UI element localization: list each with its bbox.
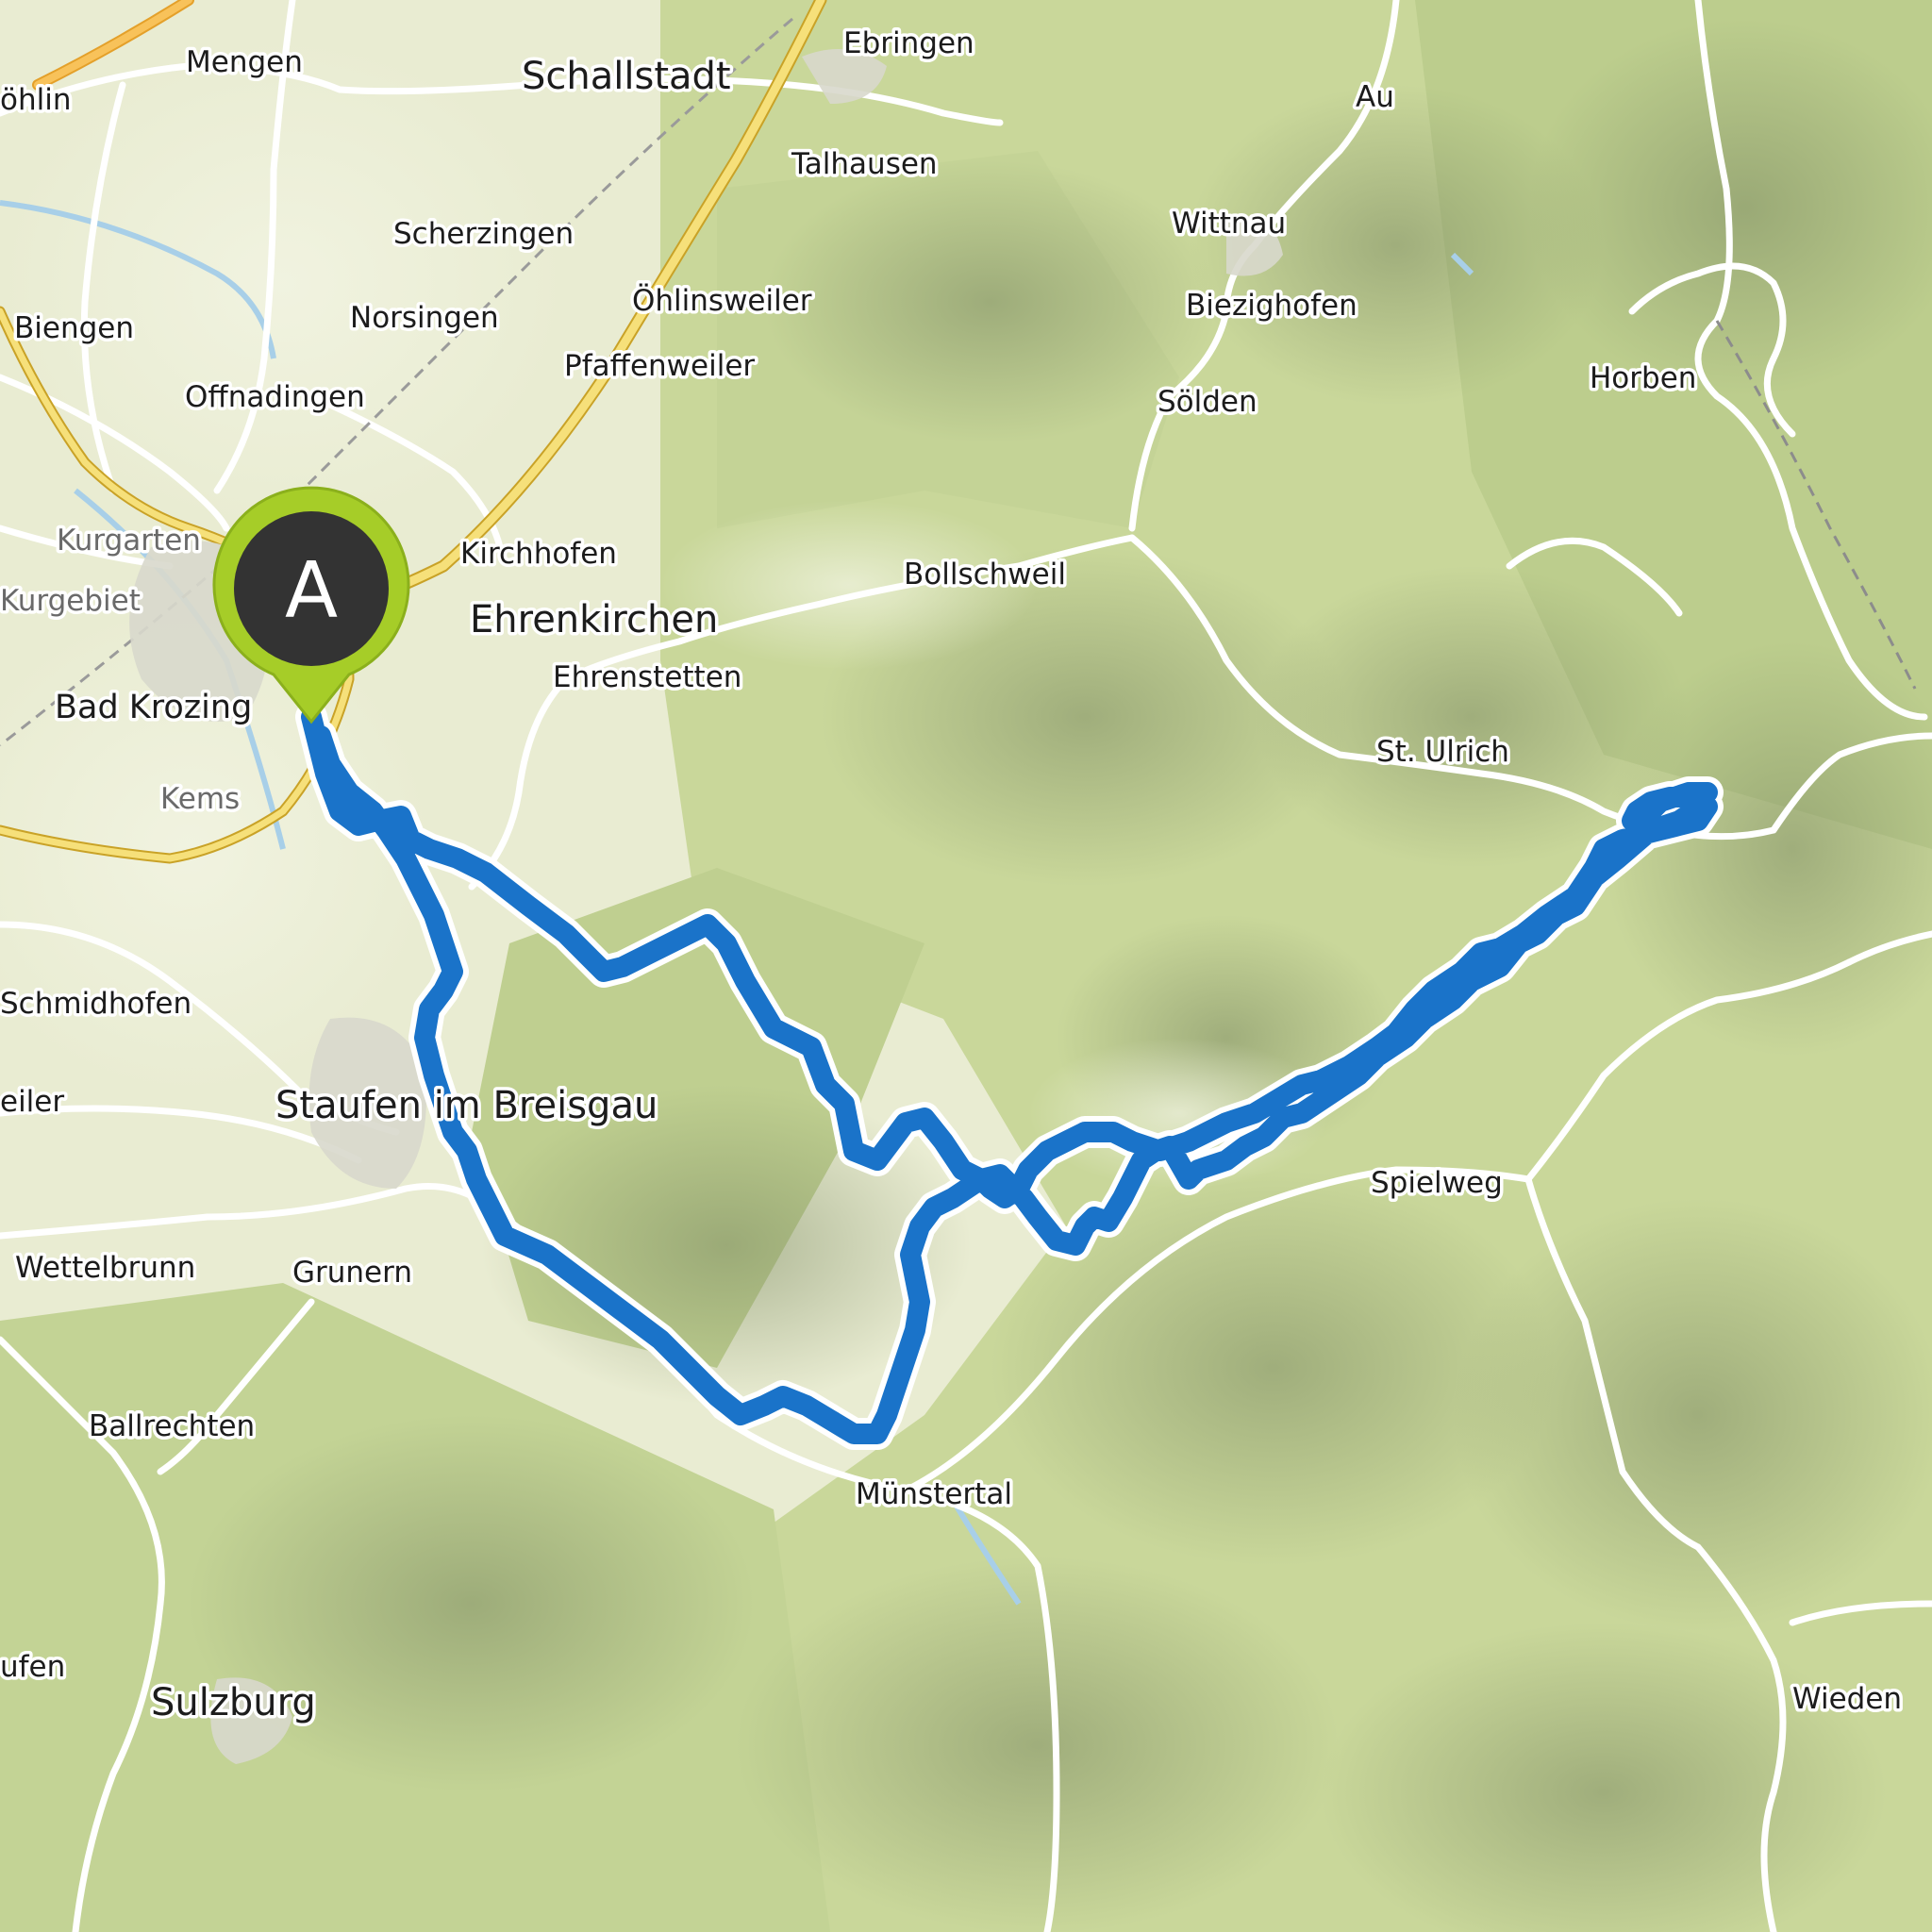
place-label-ohlin: öhlin xyxy=(0,83,72,117)
place-label-schallstadt: Schallstadt xyxy=(522,55,731,98)
place-label-kurgebiet: Kurgebiet xyxy=(0,584,141,618)
place-label-au: Au xyxy=(1356,80,1394,114)
place-label-offnadingen: Offnadingen xyxy=(185,380,365,414)
place-label-wettelbrunn: Wettelbrunn xyxy=(15,1251,195,1285)
place-label-kirchhofen: Kirchhofen xyxy=(460,537,617,571)
place-label-kems: Kems xyxy=(160,782,240,816)
place-label-ehrenstetten: Ehrenstetten xyxy=(553,660,741,694)
place-label-staufen: Staufen im Breisgau xyxy=(275,1084,658,1127)
place-label-st-ulrich: St. Ulrich xyxy=(1376,735,1509,769)
place-label-mengen: Mengen xyxy=(186,45,303,79)
place-label-bad-krozingen: Bad Krozing xyxy=(55,689,252,726)
place-label-ufen: ufen xyxy=(0,1650,65,1684)
terrain-layer xyxy=(0,0,1932,1932)
place-label-ehrenkirchen: Ehrenkirchen xyxy=(470,598,718,641)
place-label-talhausen: Talhausen xyxy=(791,147,938,181)
place-label-scherzingen: Scherzingen xyxy=(393,217,574,251)
place-label-grunern: Grunern xyxy=(292,1256,412,1290)
place-label-horben: Horben xyxy=(1590,361,1696,395)
place-label-norsingen: Norsingen xyxy=(350,301,499,335)
marker-letter: A xyxy=(285,546,338,636)
map-canvas[interactable]: öhlin Mengen Schallstadt Ebringen Au Tal… xyxy=(0,0,1932,1932)
place-label-ballrechten: Ballrechten xyxy=(89,1409,255,1443)
place-label-pfaffenweiler: Pfaffenweiler xyxy=(564,349,755,383)
place-label-eiler: eiler xyxy=(0,1085,64,1119)
place-label-schmidhofen: Schmidhofen xyxy=(0,987,192,1021)
place-label-spielweg: Spielweg xyxy=(1371,1166,1503,1200)
place-label-wittnau: Wittnau xyxy=(1172,207,1286,241)
place-label-bollschweil: Bollschweil xyxy=(904,558,1066,591)
place-label-sulzburg: Sulzburg xyxy=(151,1681,316,1724)
place-label-wieden: Wieden xyxy=(1792,1682,1902,1716)
place-label-ohlinsweiler: Öhlinsweiler xyxy=(632,283,812,318)
place-label-biezighofen: Biezighofen xyxy=(1186,289,1357,323)
place-label-kurgarten: Kurgarten xyxy=(57,524,201,558)
place-label-munstertal: Münstertal xyxy=(856,1477,1012,1511)
place-label-biengen: Biengen xyxy=(14,311,134,345)
place-label-solden: Sölden xyxy=(1158,385,1257,419)
place-label-ebringen: Ebringen xyxy=(843,26,974,60)
